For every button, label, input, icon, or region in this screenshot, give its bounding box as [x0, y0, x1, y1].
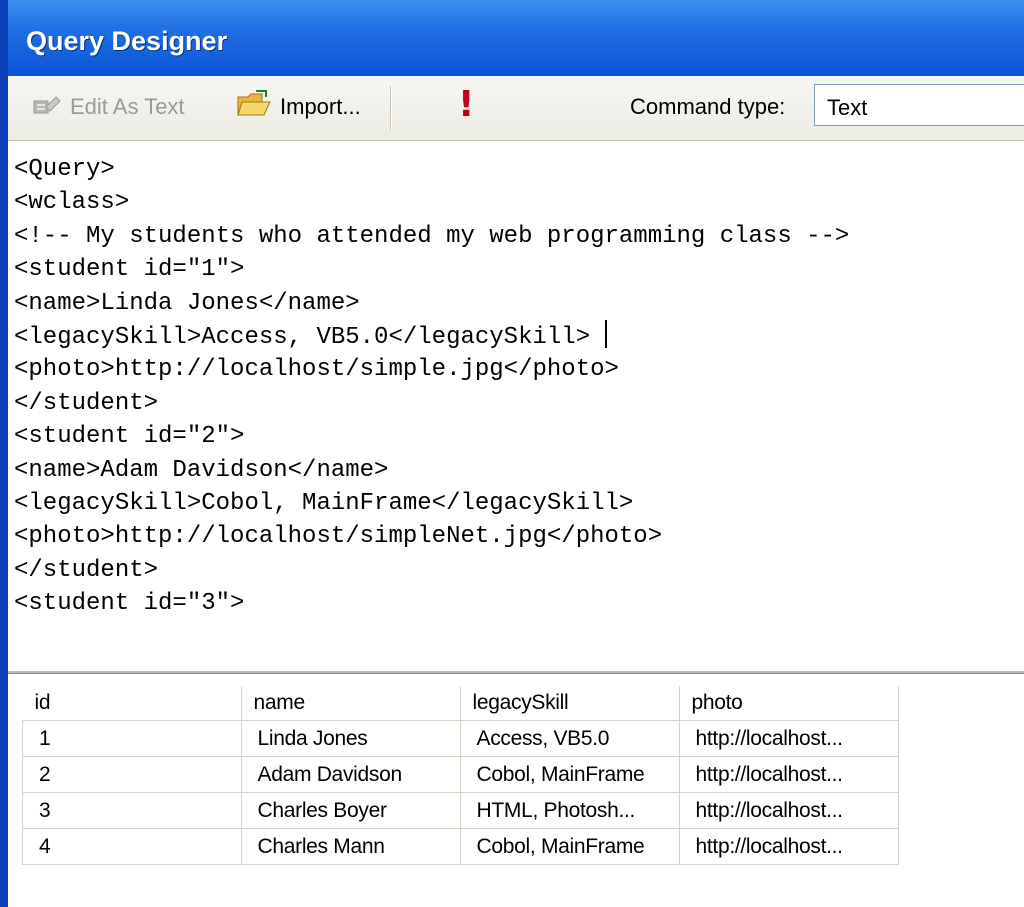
code-line: <student id="3">: [14, 590, 245, 618]
code-line: <Query>: [14, 156, 115, 183]
column-header-legacyskill[interactable]: legacySkill: [460, 686, 680, 721]
results-grid[interactable]: id name legacySkill photo 1 Linda Jones …: [22, 686, 899, 865]
run-query-button[interactable]: !: [458, 84, 474, 125]
code-line: <photo>http://localhost/simpleNet.jpg</p…: [14, 523, 663, 551]
text-caret: [604, 319, 607, 348]
cell-legacyskill[interactable]: Access, VB5.0: [459, 720, 680, 757]
edit-as-text-button[interactable]: Edit As Text: [32, 90, 185, 124]
code-line: </student>: [14, 556, 159, 584]
import-button[interactable]: Import...: [236, 90, 361, 124]
code-line: <wclass>: [14, 189, 130, 217]
title-bar[interactable]: Query Designer: [8, 0, 1024, 76]
edit-as-text-icon: [32, 91, 62, 123]
cell-name[interactable]: Linda Jones: [240, 720, 461, 757]
code-line-with-caret: <legacySkill>Access, VB5.0</legacySkill>: [14, 319, 1024, 353]
code-line: <student id="1">: [14, 256, 245, 284]
command-type-label: Command type:: [630, 94, 786, 119]
window-title: Query Designer: [26, 26, 228, 56]
command-type-value: Text: [827, 95, 868, 120]
code-line: <student id="2">: [14, 423, 245, 451]
cell-id[interactable]: 4: [22, 828, 242, 865]
results-pane: id name legacySkill photo 1 Linda Jones …: [8, 673, 1024, 907]
cell-legacyskill[interactable]: Cobol, MainFrame: [459, 756, 680, 793]
code-line: <photo>http://localhost/simple.jpg</phot…: [14, 356, 619, 384]
cell-legacyskill[interactable]: HTML, Photosh...: [459, 792, 680, 829]
code-line: <name>Linda Jones</name>: [14, 289, 360, 317]
cell-photo[interactable]: http://localhost...: [678, 720, 899, 757]
cell-name[interactable]: Charles Mann: [240, 828, 461, 865]
cell-name[interactable]: Charles Boyer: [240, 792, 461, 829]
code-line: </student>: [14, 389, 159, 417]
query-text-editor[interactable]: <Query> <wclass> <!-- My students who atte…: [8, 141, 1024, 673]
table-row[interactable]: 1 Linda Jones Access, VB5.0 http://local…: [22, 720, 899, 757]
code-line: <name>Adam Davidson</name>: [14, 456, 389, 484]
column-header-photo[interactable]: photo: [679, 686, 899, 721]
cell-photo[interactable]: http://localhost...: [678, 756, 899, 793]
command-type-select[interactable]: Text: [814, 84, 1024, 126]
table-row[interactable]: 3 Charles Boyer HTML, Photosh... http://…: [22, 792, 899, 829]
table-row[interactable]: 2 Adam Davidson Cobol, MainFrame http://…: [22, 756, 899, 793]
cell-photo[interactable]: http://localhost...: [678, 828, 899, 865]
code-line-text: <legacySkill>Access, VB5.0</legacySkill>: [14, 323, 605, 351]
query-text: <Query> <wclass> <!-- My students who atte…: [8, 141, 1024, 620]
edit-as-text-label: Edit As Text: [70, 94, 185, 119]
cell-id[interactable]: 2: [22, 756, 242, 793]
cell-id[interactable]: 1: [22, 720, 242, 757]
cell-legacyskill[interactable]: Cobol, MainFrame: [459, 828, 680, 865]
toolbar-separator: [390, 86, 391, 130]
table-row[interactable]: 4 Charles Mann Cobol, MainFrame http://l…: [22, 828, 899, 865]
cell-id[interactable]: 3: [22, 792, 242, 829]
code-line: <!-- My students who attended my web pro…: [14, 222, 850, 250]
query-designer-window: Query Designer Edit As Text Import... ! …: [0, 0, 1024, 907]
open-folder-icon: [236, 89, 272, 125]
column-header-name[interactable]: name: [241, 686, 461, 721]
cell-photo[interactable]: http://localhost...: [678, 792, 899, 829]
grid-header-row: id name legacySkill photo: [22, 686, 899, 721]
import-label: Import...: [280, 94, 361, 119]
cell-name[interactable]: Adam Davidson: [240, 756, 461, 793]
code-line: <legacySkill>Cobol, MainFrame</legacySki…: [14, 489, 634, 517]
column-header-id[interactable]: id: [22, 686, 242, 721]
toolbar: Edit As Text Import... ! Command type: T…: [8, 76, 1024, 141]
